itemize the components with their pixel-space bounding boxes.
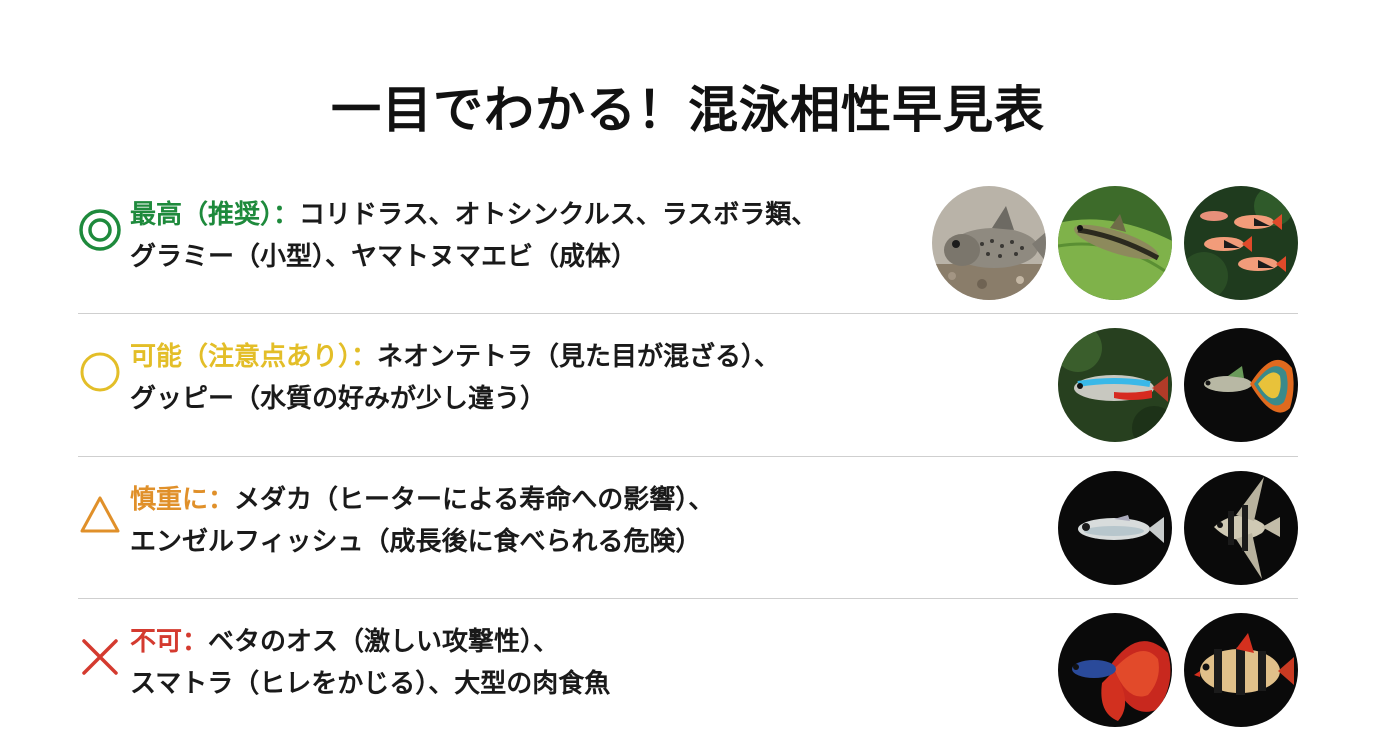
cross-icon <box>82 639 118 675</box>
compat-row-best: 最高（推奨）：コリドラス、オトシンクルス、ラスボラ類、 グラミー（小型）、ヤマト… <box>78 172 1298 314</box>
compat-label: 慎重に： <box>130 485 235 515</box>
compat-text: 不可：ベタのオス（激しい攻撃性）、 スマトラ（ヒレをかじる）、大型の肉食魚 <box>130 621 930 705</box>
compat-line-1: ネオンテトラ（見た目が混ざる）、 <box>377 342 781 372</box>
rasbora-photo <box>1184 186 1298 300</box>
tiger-barb-photo <box>1184 613 1298 727</box>
angelfish-photo <box>1184 471 1298 585</box>
double-circle-icon <box>79 209 121 251</box>
compat-line-2: スマトラ（ヒレをかじる）、大型の肉食魚 <box>130 669 611 699</box>
page-title: 一目でわかる！混泳相性早見表 <box>331 81 1045 139</box>
triangle-icon <box>80 496 120 533</box>
compat-label: 可能（注意点あり）： <box>130 342 378 372</box>
compat-line-2: グッピー（水質の好みが少し違う） <box>130 384 547 414</box>
otocinclus-photo <box>1058 186 1172 300</box>
compat-line-2: エンゼルフィッシュ（成長後に食べられる危険） <box>130 527 702 557</box>
compat-line-1: ベタのオス（激しい攻撃性）、 <box>208 627 560 657</box>
compat-line-2: グラミー（小型）、ヤマトヌマエビ（成体） <box>130 242 638 272</box>
circle-icon <box>80 352 120 392</box>
corydoras-photo <box>932 186 1046 300</box>
guppy-photo <box>1184 328 1298 442</box>
betta-photo <box>1058 613 1172 727</box>
compat-text: 可能（注意点あり）：ネオンテトラ（見た目が混ざる）、 グッピー（水質の好みが少し… <box>130 336 930 420</box>
neon-tetra-photo <box>1058 328 1172 442</box>
compat-line-1: メダカ（ヒーターによる寿命への影響）、 <box>234 485 715 515</box>
compat-line-1: コリドラス、オトシンクルス、ラスボラ類、 <box>299 200 818 230</box>
compat-label: 不可： <box>130 627 209 657</box>
medaka-photo <box>1058 471 1172 585</box>
compat-row-caution: 可能（注意点あり）：ネオンテトラ（見た目が混ざる）、 グッピー（水質の好みが少し… <box>78 314 1298 456</box>
compat-row-careful: 慎重に：メダカ（ヒーターによる寿命への影響）、 エンゼルフィッシュ（成長後に食べ… <box>78 457 1298 599</box>
compat-row-ng: 不可：ベタのオス（激しい攻撃性）、 スマトラ（ヒレをかじる）、大型の肉食魚 <box>78 599 1298 741</box>
compat-text: 慎重に：メダカ（ヒーターによる寿命への影響）、 エンゼルフィッシュ（成長後に食べ… <box>130 479 930 563</box>
compat-label: 最高（推奨）： <box>130 200 300 230</box>
compat-text: 最高（推奨）：コリドラス、オトシンクルス、ラスボラ類、 グラミー（小型）、ヤマト… <box>130 194 930 278</box>
